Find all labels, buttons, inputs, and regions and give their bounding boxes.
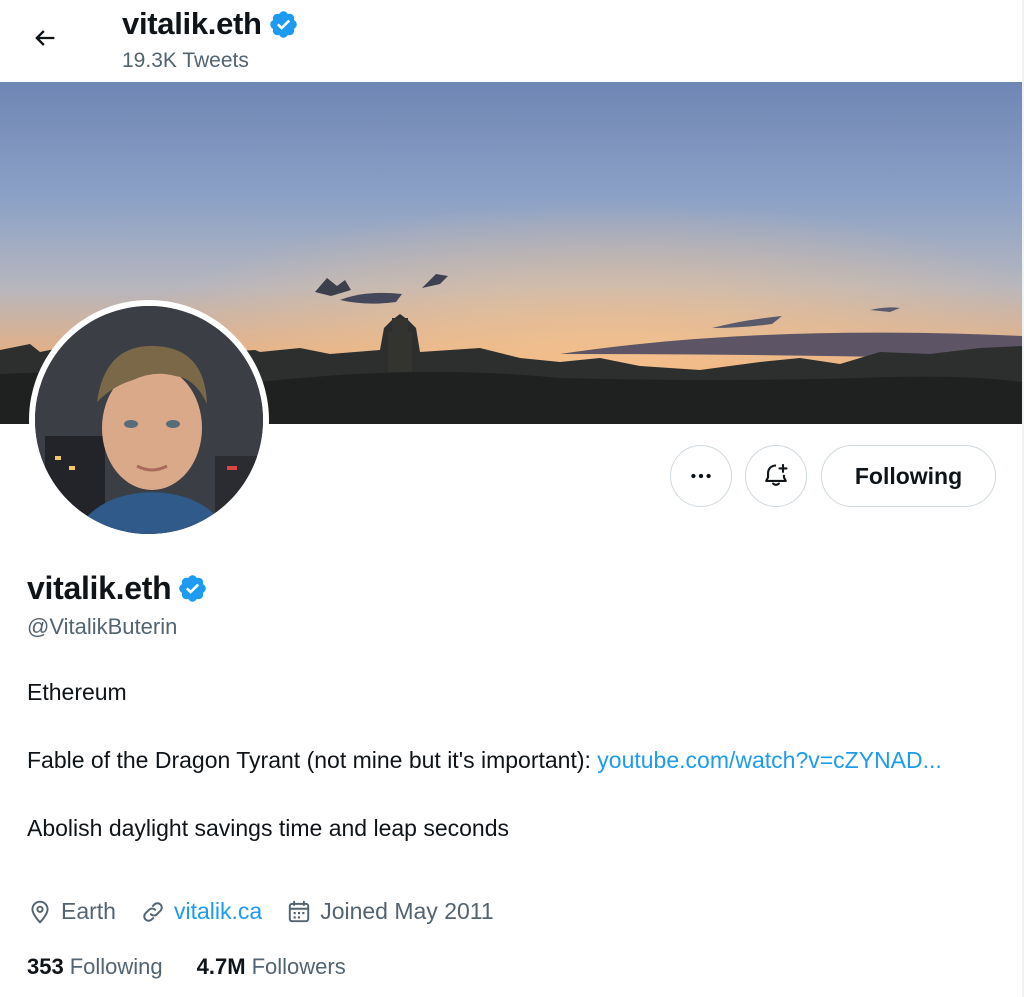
more-button[interactable] [670,445,732,507]
calendar-icon [289,900,310,922]
top-bar: vitalik.eth 19.3K Tweets [0,0,1024,82]
location-text: Earth [61,898,116,924]
following-stat[interactable]: 353 Following [27,954,163,980]
profile-handle: @VitalikButerin [27,614,178,639]
joined-text: Joined May 2011 [320,898,494,924]
tweet-count: 19.3K Tweets [122,49,249,72]
following-button[interactable]: Following [821,445,996,507]
more-icon [691,473,711,479]
followers-stat-label: Followers [251,954,346,979]
following-count: 353 [27,954,64,979]
profile-meta: Earth vitalik.ca Joined May 2011 [27,898,518,925]
bio-line-2-text: Fable of the Dragon Tyrant (not mine but… [27,747,598,773]
profile-stats: 353 Following 4.7M Followers [27,954,380,980]
profile-bio: Ethereum Fable of the Dragon Tyrant (not… [27,675,987,845]
profile-name-row: vitalik.eth [27,570,208,607]
notify-button[interactable] [745,445,807,507]
followers-count: 4.7M [196,954,246,979]
header-title: vitalik.eth [122,6,299,42]
bio-line-2: Fable of the Dragon Tyrant (not mine but… [27,743,987,777]
bell-plus-icon [765,463,788,486]
link-icon [143,901,163,922]
joined-date: Joined May 2011 [286,898,494,925]
website: vitalik.ca [140,898,262,925]
followers-stat[interactable]: 4.7M Followers [197,954,346,980]
following-stat-label: Following [69,954,163,979]
location: Earth [27,898,116,925]
location-pin-icon [31,900,49,924]
website-link[interactable]: vitalik.ca [174,898,262,925]
bio-youtube-link[interactable]: youtube.com/watch?v=cZYNAD... [597,747,942,773]
arrow-left-icon [35,30,55,46]
avatar[interactable] [29,300,269,540]
bio-line-3: Abolish daylight savings time and leap s… [27,815,510,841]
profile-name: vitalik.eth [27,570,172,606]
bio-line-1: Ethereum [27,679,127,705]
back-button[interactable] [22,15,68,61]
header-name: vitalik.eth [122,6,262,41]
verified-badge-icon [177,573,208,604]
verified-badge-icon [268,9,299,40]
